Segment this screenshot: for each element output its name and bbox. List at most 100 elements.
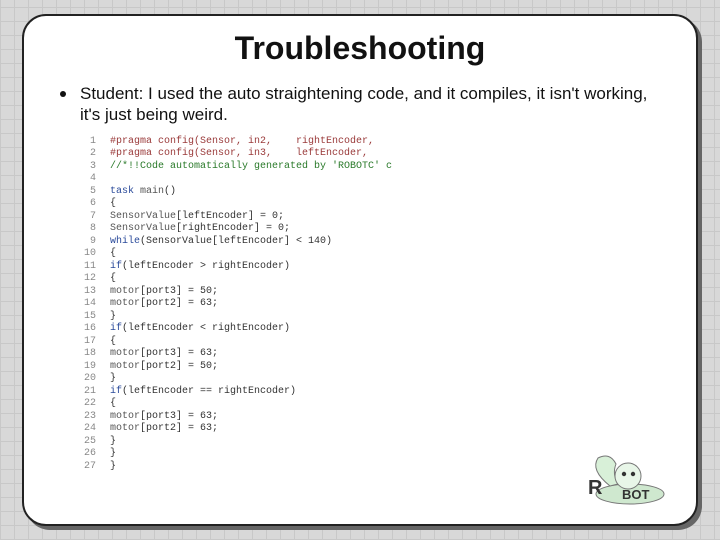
code-token: motor xyxy=(110,286,140,299)
code-line: 12 { xyxy=(74,273,666,286)
code-token: motor xyxy=(110,361,140,374)
line-number: 6 xyxy=(74,198,96,211)
line-number: 1 xyxy=(74,136,96,149)
code-line: 1 #pragma config(Sensor, in2, rightEncode… xyxy=(74,136,666,149)
code-line: 14 motor[port2] = 63; xyxy=(74,298,666,311)
code-token: [port3] = 63; xyxy=(140,348,218,361)
code-token: motor xyxy=(110,348,140,361)
code-line: 9 while(SensorValue[leftEncoder] < 140) xyxy=(74,236,666,249)
line-number: 19 xyxy=(74,361,96,374)
code-line: 25} xyxy=(74,436,666,449)
code-token: if xyxy=(110,323,122,336)
slide-card: Troubleshooting Student: I used the auto… xyxy=(22,14,698,526)
line-number: 25 xyxy=(74,436,96,449)
code-token: [port3] = 50; xyxy=(140,286,218,299)
line-number: 8 xyxy=(74,223,96,236)
line-number: 23 xyxy=(74,411,96,424)
line-number: 13 xyxy=(74,286,96,299)
code-token: task xyxy=(110,186,140,199)
line-number: 14 xyxy=(74,298,96,311)
bullet-item: Student: I used the auto straightening c… xyxy=(60,83,666,126)
code-token: } xyxy=(110,448,116,461)
line-number: 11 xyxy=(74,261,96,274)
code-token: () xyxy=(164,186,176,199)
code-token: main xyxy=(140,186,164,199)
code-line: 16 if(leftEncoder < rightEncoder) xyxy=(74,323,666,336)
code-line: 5 task main() xyxy=(74,186,666,199)
line-number: 7 xyxy=(74,211,96,224)
line-number: 3 xyxy=(74,161,96,174)
code-token: [rightEncoder] = 0; xyxy=(176,223,290,236)
code-token: } xyxy=(110,461,116,474)
line-number: 20 xyxy=(74,373,96,386)
line-number: 4 xyxy=(74,173,96,186)
code-token: [port2] = 63; xyxy=(140,298,218,311)
code-token: { xyxy=(110,273,116,286)
code-token: [port2] = 50; xyxy=(140,361,218,374)
code-token: { xyxy=(110,198,116,211)
code-token: { xyxy=(110,248,116,261)
code-token: (leftEncoder > rightEncoder) xyxy=(122,261,290,274)
code-token: (SensorValue[leftEncoder] < 140) xyxy=(140,236,332,249)
code-token: motor xyxy=(110,423,140,436)
code-token: motor xyxy=(110,411,140,424)
code-line: 3 //*!!Code automatically generated by 'R… xyxy=(74,161,666,174)
code-line: 18 motor[port3] = 63; xyxy=(74,348,666,361)
line-number: 12 xyxy=(74,273,96,286)
code-line: 11 if(leftEncoder > rightEncoder) xyxy=(74,261,666,274)
code-token: } xyxy=(110,373,116,386)
code-token: if xyxy=(110,261,122,274)
code-line: 2#pragma config(Sensor, in3, leftEncoder… xyxy=(74,148,666,161)
code-line: 13 motor[port3] = 50; xyxy=(74,286,666,299)
logo-text-bot: BOT xyxy=(622,487,650,502)
line-number: 27 xyxy=(74,461,96,474)
bullet-dot-icon xyxy=(60,91,66,97)
logo-letter-r: R xyxy=(588,477,603,499)
slide-title: Troubleshooting xyxy=(54,30,666,67)
code-line: 4 xyxy=(74,173,666,186)
code-token: while xyxy=(110,236,140,249)
line-number: 24 xyxy=(74,423,96,436)
code-token: (leftEncoder < rightEncoder) xyxy=(122,323,290,336)
code-line: 17 { xyxy=(74,336,666,349)
code-block: 1 #pragma config(Sensor, in2, rightEncode… xyxy=(74,136,666,474)
bullet-text: Student: I used the auto straightening c… xyxy=(80,83,666,126)
code-token: } xyxy=(110,436,116,449)
line-number: 5 xyxy=(74,186,96,199)
code-line: 22 { xyxy=(74,398,666,411)
code-token: { xyxy=(110,336,116,349)
code-token: //*!!Code automatically generated by 'RO… xyxy=(110,161,392,174)
code-token: [port3] = 63; xyxy=(140,411,218,424)
line-number: 9 xyxy=(74,236,96,249)
code-token: #pragma config(Sensor, in2, rightEncoder… xyxy=(110,136,374,149)
code-line: 6{ xyxy=(74,198,666,211)
code-line: 19 motor[port2] = 50; xyxy=(74,361,666,374)
line-number: 17 xyxy=(74,336,96,349)
code-token: [port2] = 63; xyxy=(140,423,218,436)
code-line: 10 { xyxy=(74,248,666,261)
robotc-logo: R BOT xyxy=(570,450,670,506)
line-number: 22 xyxy=(74,398,96,411)
code-line: 21 if(leftEncoder == rightEncoder) xyxy=(74,386,666,399)
code-token: motor xyxy=(110,298,140,311)
code-line: 7 SensorValue[leftEncoder] = 0; xyxy=(74,211,666,224)
line-number: 15 xyxy=(74,311,96,324)
line-number: 16 xyxy=(74,323,96,336)
code-token: if xyxy=(110,386,122,399)
code-line: 20} xyxy=(74,373,666,386)
code-token: SensorValue xyxy=(110,223,176,236)
code-token: #pragma config(Sensor, in3, leftEncoder, xyxy=(110,148,368,161)
code-line: 15} xyxy=(74,311,666,324)
code-line: 24 motor[port2] = 63; xyxy=(74,423,666,436)
code-token: (leftEncoder == rightEncoder) xyxy=(122,386,296,399)
line-number: 18 xyxy=(74,348,96,361)
line-number: 21 xyxy=(74,386,96,399)
code-token: } xyxy=(110,311,116,324)
code-token: [leftEncoder] = 0; xyxy=(176,211,284,224)
code-line: 23 motor[port3] = 63; xyxy=(74,411,666,424)
line-number: 10 xyxy=(74,248,96,261)
code-token: SensorValue xyxy=(110,211,176,224)
line-number: 26 xyxy=(74,448,96,461)
code-line: 8 SensorValue[rightEncoder] = 0; xyxy=(74,223,666,236)
code-token: { xyxy=(110,398,116,411)
